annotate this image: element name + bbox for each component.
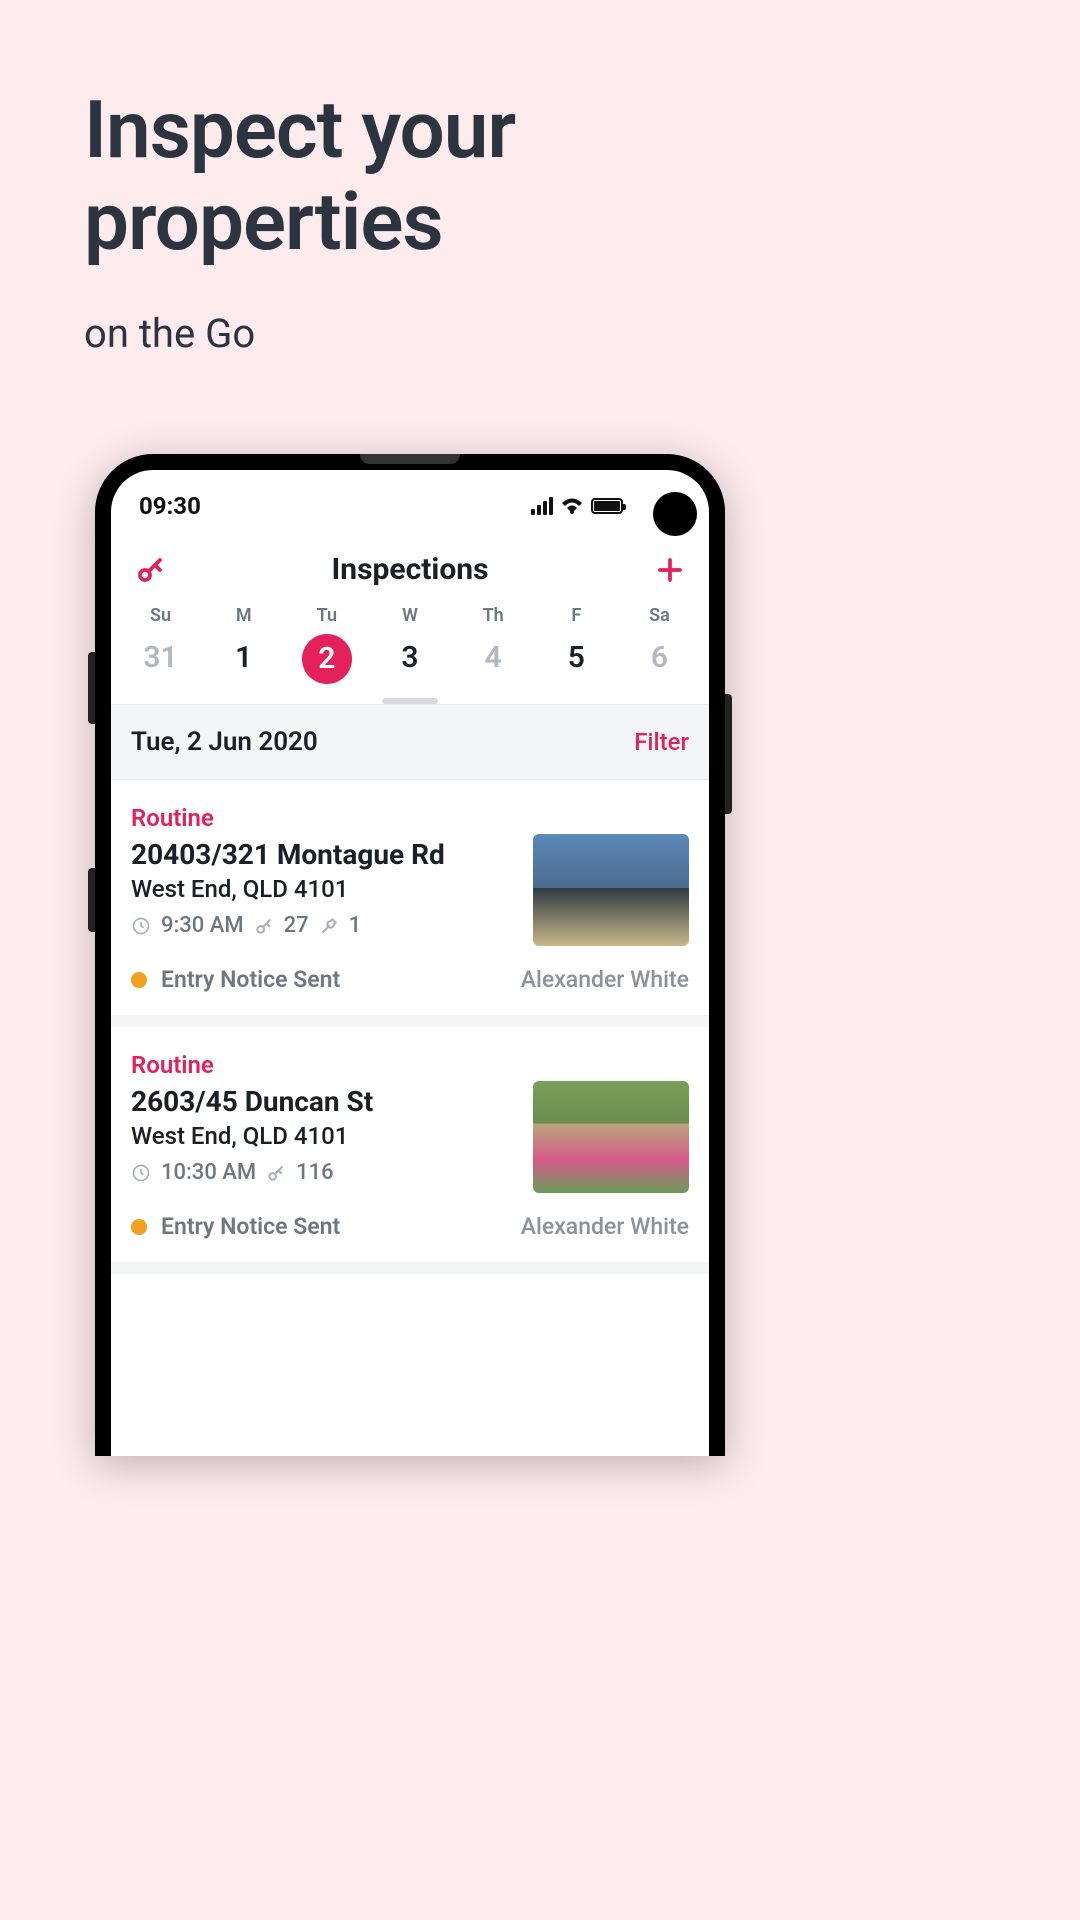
day-of-week-label: Tu	[295, 605, 359, 626]
day-cell[interactable]: W 3	[378, 605, 442, 684]
status-bar: 09:30	[111, 470, 709, 542]
key-icon[interactable]	[135, 555, 165, 585]
day-cell[interactable]: Tu 2	[295, 605, 359, 684]
day-number: 2	[302, 634, 352, 684]
key-count: 27	[284, 913, 309, 938]
status-text: Entry Notice Sent	[161, 966, 340, 993]
battery-icon	[591, 498, 623, 514]
day-number: 5	[544, 640, 608, 675]
phone-frame: 09:30 Inspections Su	[95, 454, 725, 1456]
agent-name: Alexander White	[521, 1213, 689, 1240]
selected-date: Tue, 2 Jun 2020	[131, 727, 318, 757]
promo-subline: on the Go	[84, 310, 736, 357]
status-dot-icon	[131, 1219, 147, 1235]
key-icon	[254, 916, 274, 936]
day-of-week-label: Su	[129, 605, 193, 626]
week-strip[interactable]: Su 31M 1Tu 2W 3Th 4F 5Sa 6	[111, 593, 709, 698]
address-line-1: 2603/45 Duncan St	[131, 1085, 513, 1118]
day-number: 31	[129, 640, 193, 675]
address-line-1: 20403/321 Montague Rd	[131, 838, 513, 871]
agent-name: Alexander White	[521, 966, 689, 993]
plus-icon[interactable]	[655, 555, 685, 585]
inspection-card[interactable]: Routine 2603/45 Duncan St West End, QLD …	[111, 1027, 709, 1274]
day-cell[interactable]: M 1	[212, 605, 276, 684]
inspection-time: 10:30 AM	[161, 1160, 256, 1185]
day-number: 1	[212, 640, 276, 675]
status-dot-icon	[131, 972, 147, 988]
inspection-tag: Routine	[131, 1051, 513, 1079]
status-time: 09:30	[139, 492, 201, 520]
status-text: Entry Notice Sent	[161, 1213, 340, 1240]
page-title: Inspections	[332, 552, 489, 587]
jobs-count: 1	[349, 913, 362, 938]
inspection-tag: Routine	[131, 804, 513, 832]
key-count: 116	[296, 1160, 334, 1185]
address-line-2: West End, QLD 4101	[131, 1122, 513, 1150]
day-of-week-label: M	[212, 605, 276, 626]
day-cell[interactable]: Su 31	[129, 605, 193, 684]
day-of-week-label: F	[544, 605, 608, 626]
day-cell[interactable]: Th 4	[461, 605, 525, 684]
property-thumbnail	[533, 1081, 689, 1193]
day-of-week-label: W	[378, 605, 442, 626]
inspection-time: 9:30 AM	[161, 913, 244, 938]
wrench-icon	[319, 916, 339, 936]
day-of-week-label: Th	[461, 605, 525, 626]
address-line-2: West End, QLD 4101	[131, 875, 513, 903]
day-cell[interactable]: Sa 6	[627, 605, 691, 684]
day-of-week-label: Sa	[627, 605, 691, 626]
wifi-icon	[561, 498, 583, 514]
day-cell[interactable]: F 5	[544, 605, 608, 684]
promo-headline: Inspect your properties	[84, 84, 736, 268]
key-icon	[266, 1163, 286, 1183]
day-number: 4	[461, 640, 525, 675]
inspection-card[interactable]: Routine 20403/321 Montague Rd West End, …	[111, 780, 709, 1027]
property-thumbnail	[533, 834, 689, 946]
clock-icon	[131, 916, 151, 936]
day-number: 3	[378, 640, 442, 675]
signal-icon	[531, 497, 553, 515]
day-number: 6	[627, 640, 691, 675]
clock-icon	[131, 1163, 151, 1183]
filter-button[interactable]: Filter	[634, 728, 689, 756]
